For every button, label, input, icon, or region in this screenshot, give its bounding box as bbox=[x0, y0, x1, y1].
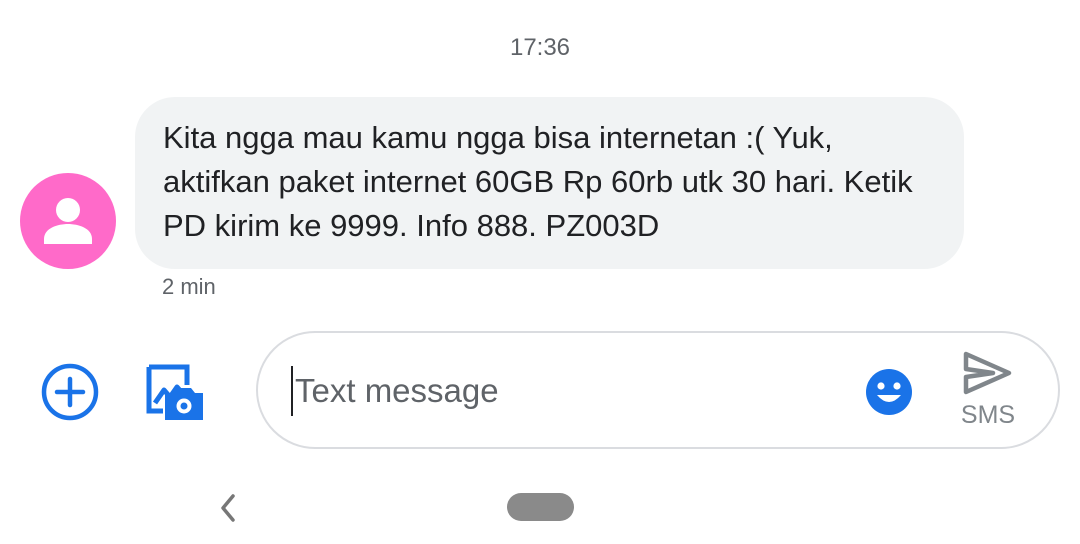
send-icon bbox=[963, 351, 1012, 395]
back-chevron-icon bbox=[221, 494, 235, 522]
conversation-timestamp: 17:36 bbox=[509, 34, 571, 61]
send-label: SMS bbox=[960, 401, 1016, 429]
add-attachment-button[interactable] bbox=[40, 362, 100, 422]
emoji-button[interactable] bbox=[864, 367, 914, 417]
compose-box[interactable]: SMS bbox=[256, 331, 1060, 449]
sender-avatar[interactable] bbox=[20, 173, 116, 269]
message-input[interactable] bbox=[291, 366, 855, 416]
emoji-icon bbox=[866, 369, 912, 415]
nav-home-pill[interactable] bbox=[507, 493, 574, 521]
nav-back-button[interactable] bbox=[213, 488, 243, 528]
gallery-button[interactable] bbox=[145, 363, 207, 423]
gallery-camera-icon bbox=[146, 364, 203, 420]
message-time-ago: 2 min bbox=[162, 274, 216, 299]
person-icon bbox=[44, 198, 92, 244]
messages-screen: 17:36 Kita ngga mau kamu ngga bisa inter… bbox=[0, 0, 1080, 544]
send-sms-button[interactable]: SMS bbox=[948, 347, 1028, 433]
add-circle-icon bbox=[41, 363, 99, 421]
message-bubble[interactable]: Kita ngga mau kamu ngga bisa internetan … bbox=[135, 97, 964, 269]
